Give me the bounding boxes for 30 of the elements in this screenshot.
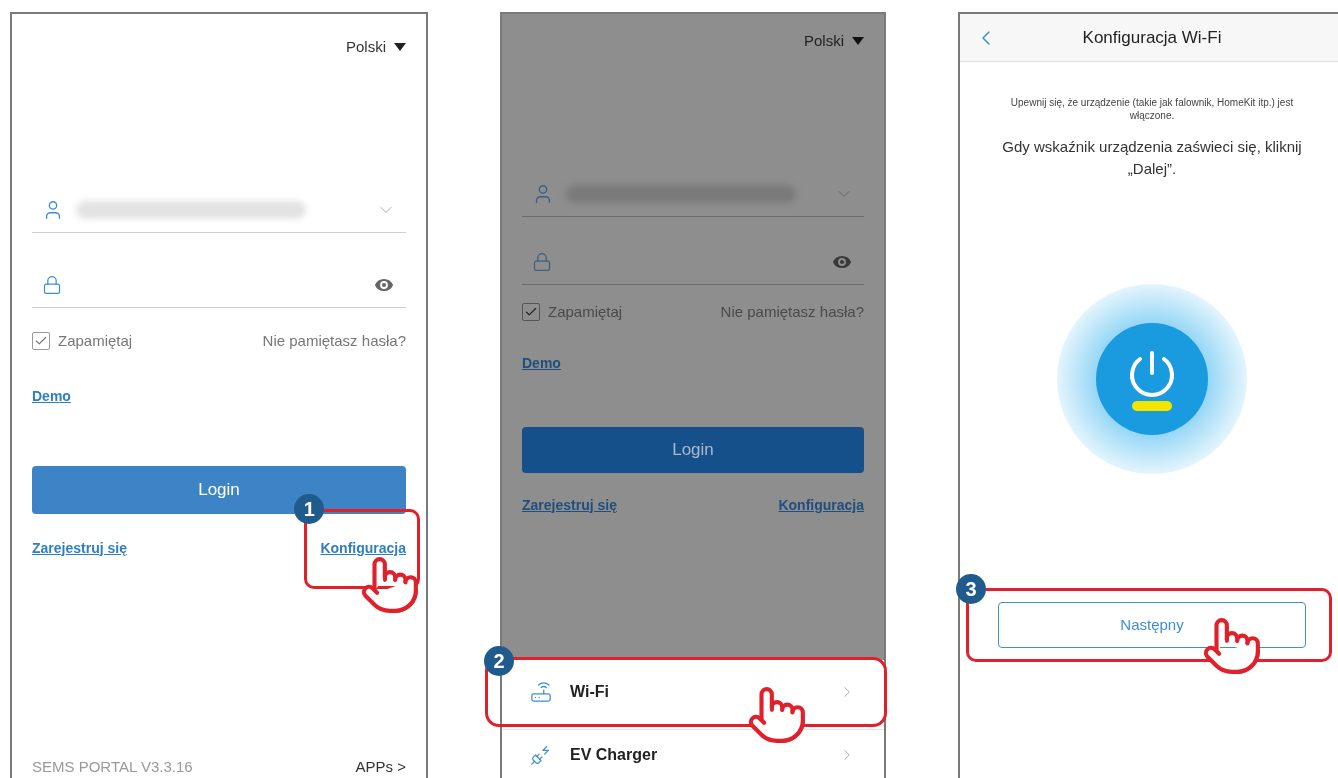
language-selector[interactable]: Polski bbox=[804, 30, 844, 53]
screen-title: Konfiguracja Wi-Fi bbox=[1081, 26, 1223, 49]
remember-label: Zapamiętaj bbox=[58, 330, 133, 351]
lock-icon bbox=[532, 252, 552, 272]
demo-link[interactable]: Demo bbox=[32, 388, 71, 404]
step-number-badge: 1 bbox=[294, 494, 325, 524]
step-number-badge: 3 bbox=[956, 574, 986, 604]
register-link[interactable]: Zarejestruj się bbox=[522, 494, 617, 516]
login-button[interactable]: Login bbox=[522, 427, 864, 473]
caret-icon[interactable] bbox=[394, 43, 406, 52]
lock-icon bbox=[42, 275, 62, 295]
register-link[interactable]: Zarejestruj się bbox=[32, 537, 127, 559]
step-number-badge: 2 bbox=[484, 646, 514, 676]
remember-checkbox[interactable] bbox=[32, 331, 50, 350]
configuration-link[interactable]: Konfiguracja bbox=[778, 497, 864, 513]
instruction-text: Gdy wskaźnik urządzenia zaświeci się, kliknij „Dalej”. bbox=[1001, 137, 1303, 179]
language-selector[interactable]: Polski bbox=[346, 36, 386, 59]
forgot-password-link[interactable]: Nie pamiętasz hasła? bbox=[262, 329, 406, 352]
forgot-password-link[interactable]: Nie pamiętasz hasła? bbox=[720, 300, 864, 323]
caret-icon[interactable] bbox=[852, 37, 864, 46]
hint-text: Upewnij się, że urządzenie (takie jak falownik, HomeKit itp.) jest włączone. bbox=[1009, 96, 1295, 122]
configuration-link[interactable]: Konfiguracja bbox=[320, 540, 406, 556]
router-icon bbox=[530, 681, 552, 703]
version-label: SEMS PORTAL V3.3.16 bbox=[32, 756, 193, 777]
menu-item[interactable]: EV Charger bbox=[502, 729, 884, 778]
apps-link[interactable]: APPs > bbox=[355, 755, 406, 778]
remember-checkbox[interactable] bbox=[522, 302, 540, 321]
demo-link[interactable]: Demo bbox=[522, 355, 561, 371]
charger-icon bbox=[530, 743, 552, 766]
remember-label: Zapamiętaj bbox=[548, 301, 623, 322]
